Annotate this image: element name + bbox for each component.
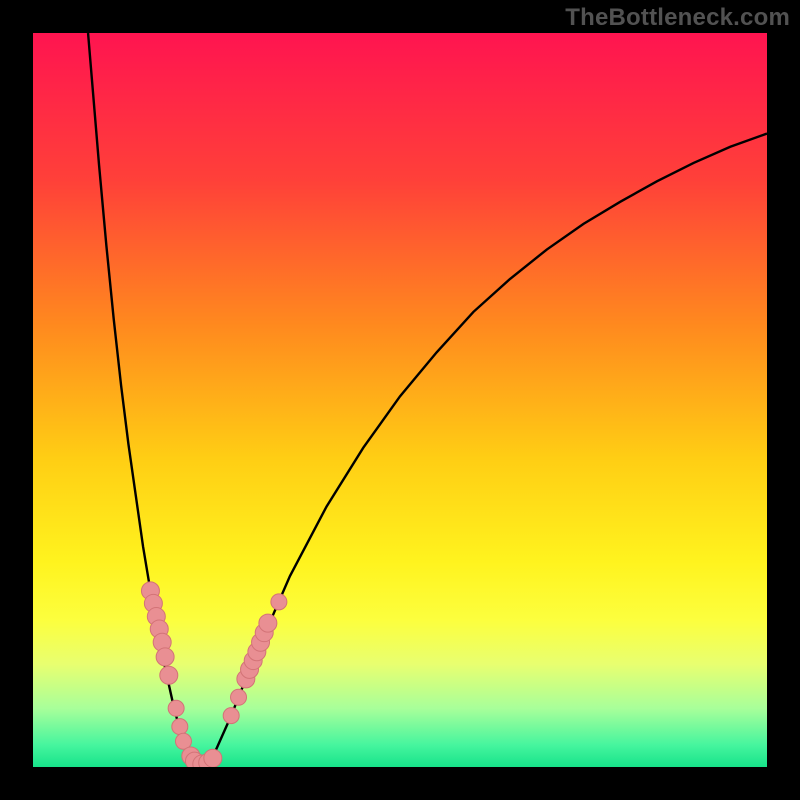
- chart-frame: TheBottleneck.com: [0, 0, 800, 800]
- data-marker: [168, 700, 184, 716]
- watermark-text: TheBottleneck.com: [565, 4, 790, 32]
- gradient-background: [33, 33, 767, 767]
- data-marker: [156, 648, 174, 666]
- data-marker: [160, 666, 178, 684]
- data-marker: [271, 594, 287, 610]
- bottleneck-chart: [0, 0, 800, 800]
- data-marker: [223, 708, 239, 724]
- data-marker: [259, 614, 277, 632]
- data-marker: [204, 749, 222, 767]
- data-marker: [172, 719, 188, 735]
- data-marker: [231, 689, 247, 705]
